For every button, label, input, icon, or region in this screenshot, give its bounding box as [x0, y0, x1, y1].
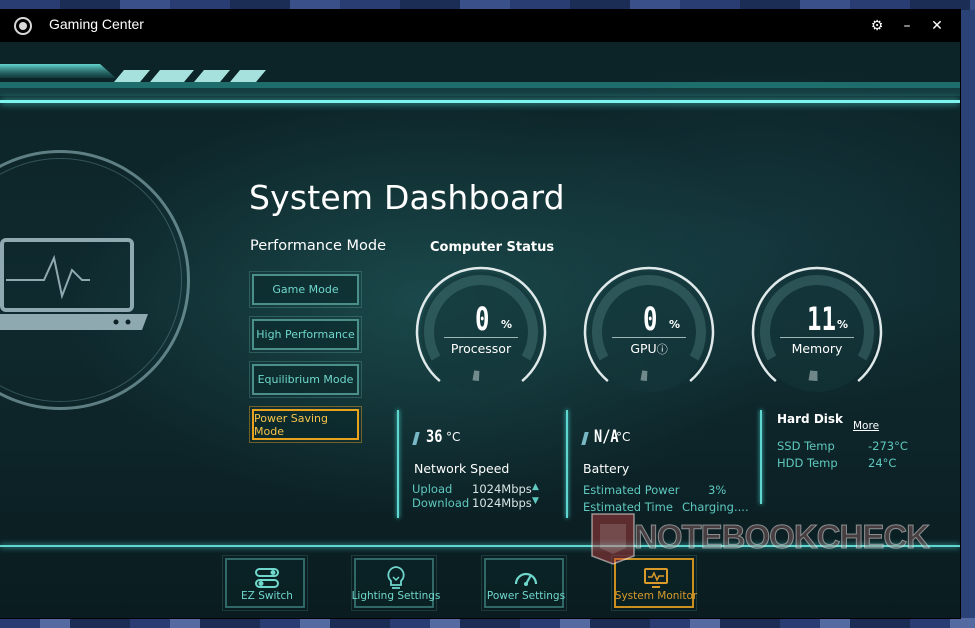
lighting-settings-label: Lighting Settings — [351, 590, 441, 602]
gpu-divider — [612, 337, 686, 338]
gpu-value: 0 — [643, 300, 658, 338]
memory-divider — [780, 337, 854, 338]
computer-status-heading: Computer Status — [430, 240, 555, 255]
toggle-switch-icon — [255, 568, 279, 588]
performance-mode-heading: Performance Mode — [250, 238, 387, 254]
network-temp-value: 36 — [426, 427, 443, 447]
desktop: Gaming Center ⚙ – ✕ System Dashboard Per… — [0, 0, 975, 628]
gauge-level-indicator — [808, 370, 818, 381]
gpu-label-row: GPUⓘ — [581, 341, 717, 357]
title-bar[interactable]: Gaming Center ⚙ – ✕ — [0, 10, 960, 42]
speedometer-icon — [514, 572, 538, 586]
battery-temp-icon — [581, 432, 589, 445]
dashboard-content: System Dashboard Performance Mode Comput… — [0, 42, 960, 618]
equilibrium-mode-button[interactable]: Equilibrium Mode — [249, 361, 362, 398]
processor-value: 0 — [475, 300, 490, 338]
decorative-header-band — [0, 64, 960, 96]
app-title: Gaming Center — [49, 16, 144, 32]
upload-value: 1024Mbps — [472, 482, 532, 496]
desktop-background-top — [0, 0, 975, 10]
system-monitor-button[interactable]: System Monitor — [611, 555, 697, 611]
monitor-icon — [644, 568, 668, 588]
upload-arrow-icon: ▲ — [532, 482, 539, 492]
memory-label: Memory — [791, 341, 843, 356]
ssd-temp-value: -273°C — [868, 439, 908, 453]
footer-glow-line — [0, 545, 960, 547]
header-glow-line — [0, 100, 960, 103]
download-value: 1024Mbps — [472, 496, 532, 510]
gauge-level-indicator — [472, 370, 480, 381]
power-settings-label: Power Settings — [486, 590, 566, 602]
estimated-power-label: Estimated Power — [583, 483, 680, 497]
hdd-temp-value: 24°C — [868, 456, 897, 470]
more-link[interactable]: More — [853, 420, 879, 432]
game-mode-button[interactable]: Game Mode — [249, 271, 362, 308]
estimated-power-value: 3% — [708, 483, 727, 497]
page-title: System Dashboard — [249, 178, 565, 217]
processor-divider — [444, 337, 518, 338]
power-settings-button[interactable]: Power Settings — [481, 555, 567, 611]
minimize-icon[interactable]: – — [897, 16, 917, 36]
network-temp-icon — [412, 432, 420, 445]
network-temp-unit: °C — [446, 430, 461, 444]
processor-gauge: 0 % Processor — [413, 264, 549, 400]
app-logo-icon — [14, 17, 32, 35]
upload-label: Upload — [412, 482, 453, 496]
battery-temp-value: N/A — [594, 427, 619, 447]
processor-label: Processor — [450, 341, 512, 356]
ssd-temp-label: SSD Temp — [777, 439, 835, 453]
processor-unit: % — [501, 318, 513, 331]
network-divider — [397, 410, 399, 518]
ez-switch-label: EZ Switch — [241, 590, 293, 602]
laptop-heartbeat-icon — [0, 238, 148, 330]
battery-divider — [566, 410, 568, 518]
close-icon[interactable]: ✕ — [927, 16, 947, 36]
battery-temp-unit: °C — [616, 430, 631, 444]
gauge-level-indicator — [640, 370, 648, 381]
network-speed-title: Network Speed — [414, 461, 510, 476]
gpu-label: GPU — [630, 341, 657, 356]
desktop-background-bottom — [0, 618, 975, 628]
battery-title: Battery — [583, 461, 630, 476]
gpu-gauge: 0 % GPUⓘ — [581, 264, 717, 400]
high-performance-button[interactable]: High Performance — [249, 316, 362, 353]
memory-unit: % — [837, 318, 849, 331]
estimated-time-value: Charging.... — [682, 500, 749, 514]
memory-gauge: 11 % Memory — [749, 264, 885, 400]
gpu-unit: % — [669, 318, 681, 331]
download-arrow-icon: ▼ — [532, 496, 539, 506]
power-saving-mode-button[interactable]: Power Saving Mode — [249, 406, 362, 443]
system-monitor-label: System Monitor — [614, 590, 698, 602]
memory-value: 11 — [807, 300, 836, 338]
ez-switch-button[interactable]: EZ Switch — [222, 555, 308, 611]
download-label: Download — [412, 496, 470, 510]
light-bulb-icon — [387, 566, 405, 589]
hard-disk-title: Hard Disk — [777, 412, 844, 426]
disk-divider — [760, 410, 762, 504]
lighting-settings-button[interactable]: Lighting Settings — [351, 555, 440, 611]
gear-icon[interactable]: ⚙ — [867, 16, 887, 36]
app-window: Gaming Center ⚙ – ✕ System Dashboard Per… — [0, 10, 960, 618]
info-icon[interactable]: ⓘ — [657, 343, 668, 356]
estimated-time-label: Estimated Time — [583, 500, 673, 514]
hdd-temp-label: HDD Temp — [777, 456, 838, 470]
